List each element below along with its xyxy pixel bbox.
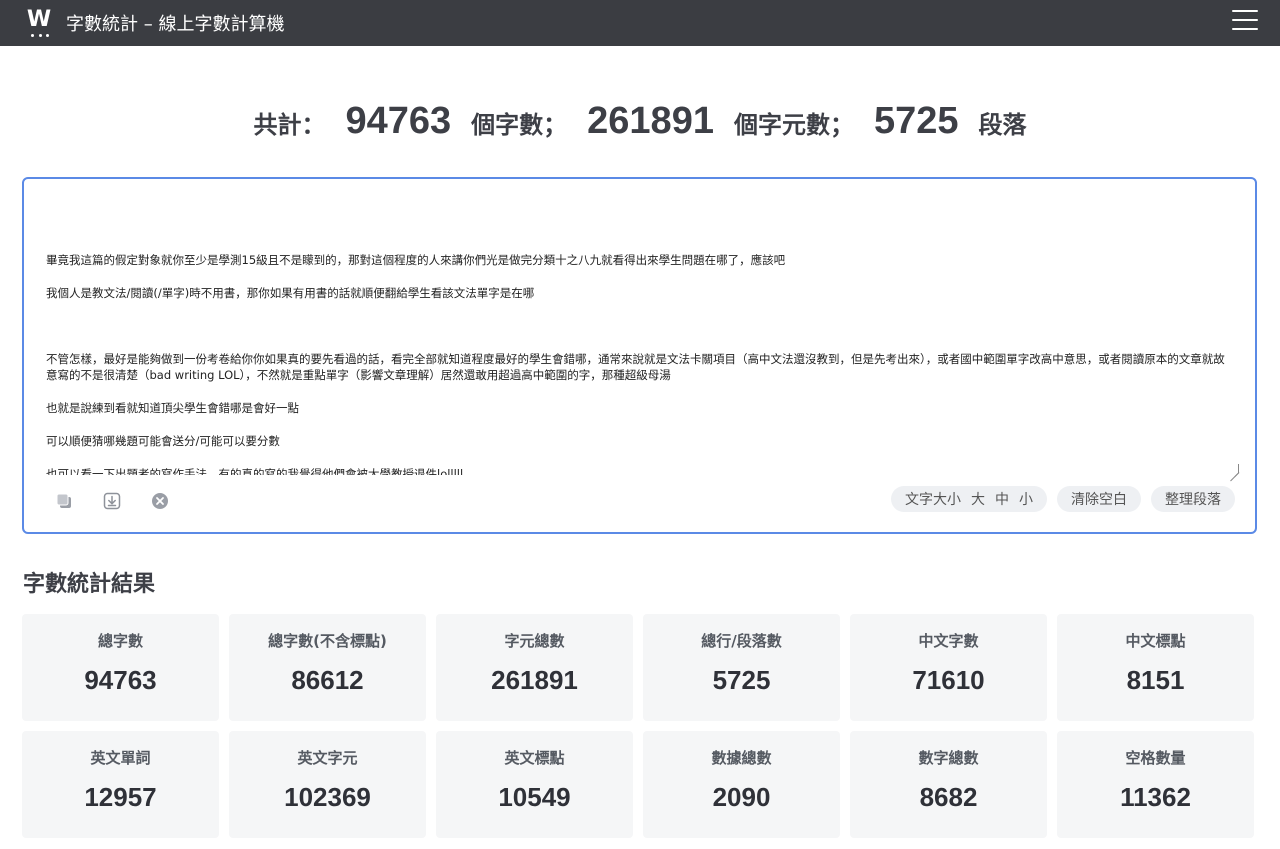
stat-label: 英文標點 — [504, 749, 565, 767]
stat-label: 總字數 — [97, 632, 143, 650]
text-editor-panel: ​畢竟我這篇的假定對象就你至少是學測15級且不是矇到的，那對這個程度的人來講你們… — [22, 177, 1257, 534]
top-navbar: W 字數統計 – 線上字數計算機 — [0, 0, 1280, 46]
text-line: 畢竟我這篇的假定對象就你至少是學測15級且不是矇到的，那對這個程度的人來講你們光… — [46, 252, 786, 267]
summary-paragraph-label: 段落 — [978, 111, 1027, 139]
stat-card: 字元總數 261891 — [436, 614, 633, 721]
stat-card: 英文字元 102369 — [229, 731, 426, 838]
stat-value: 94763 — [84, 665, 157, 695]
stat-label: 中文標點 — [1125, 632, 1186, 650]
tidy-paragraph-button[interactable]: 整理段落 — [1151, 486, 1235, 512]
stat-card: 總字數(不含標點) 86612 — [229, 614, 426, 721]
stat-card: 中文標點 8151 — [1057, 614, 1254, 721]
editor-toolbar — [54, 491, 170, 511]
copy-icon[interactable] — [54, 491, 74, 511]
summary-prefix: 共計： — [253, 111, 326, 139]
stat-value: 10549 — [498, 782, 571, 812]
stat-label: 總字數(不含標點) — [268, 632, 387, 650]
resize-handle-icon[interactable] — [1230, 464, 1239, 473]
clear-whitespace-button[interactable]: 清除空白 — [1057, 486, 1141, 512]
text-line: ​ — [46, 235, 1225, 252]
stat-label: 空格數量 — [1125, 749, 1186, 767]
text-line: ​ — [46, 268, 1225, 285]
site-logo[interactable]: W — [26, 7, 52, 37]
text-line: ​ — [46, 384, 1225, 401]
text-line: 不管怎樣，最好是能夠做到一份考卷給你你如果真的要先看過的話，看完全部就知道程度最… — [46, 351, 1225, 383]
text-line: 也就是說練到看就知道頂尖學生會錯哪是會好一點 — [46, 401, 299, 415]
stat-card: 空格數量 11362 — [1057, 731, 1254, 838]
font-size-medium-button[interactable]: 中 — [995, 489, 1009, 509]
stat-card: 數據總數 2090 — [643, 731, 840, 838]
font-size-control: 文字大小 大 中 小 — [891, 486, 1047, 512]
font-size-large-button[interactable]: 大 — [971, 489, 985, 509]
stat-card: 中文字數 71610 — [850, 614, 1047, 721]
stat-value: 11362 — [1120, 782, 1191, 812]
summary-char-unit-count: 261891 — [587, 100, 714, 142]
stat-value: 102369 — [284, 782, 371, 812]
text-line: ​ — [46, 334, 1225, 351]
text-line: ​ — [46, 301, 1225, 318]
stat-value: 5725 — [712, 665, 771, 695]
stat-value: 71610 — [912, 665, 985, 695]
download-icon[interactable] — [102, 491, 122, 511]
stat-label: 總行/段落數 — [701, 632, 782, 650]
text-line: ​ — [46, 450, 1225, 467]
summary-counts: 共計： 94763 個字數； 261891 個字元數； 5725 段落 — [0, 100, 1280, 150]
stat-label: 字元總數 — [504, 632, 565, 650]
stat-card: 英文單詞 12957 — [22, 731, 219, 838]
stat-card: 英文標點 10549 — [436, 731, 633, 838]
stat-label: 英文字元 — [297, 749, 358, 767]
stat-value: 2090 — [712, 782, 771, 812]
stat-label: 英文單詞 — [90, 749, 151, 767]
stat-label: 中文字數 — [918, 632, 979, 650]
stat-card: 總字數 94763 — [22, 614, 219, 721]
text-line: 可以順便猜哪幾題可能會送分/可能可以要分數 — [46, 434, 280, 448]
stat-value: 8151 — [1126, 665, 1185, 695]
clear-whitespace-label: 清除空白 — [1071, 492, 1127, 508]
stat-value: 261891 — [491, 665, 578, 695]
stat-value: 8682 — [919, 782, 978, 812]
stat-label: 數據總數 — [711, 749, 772, 767]
summary-char-count: 94763 — [345, 100, 452, 142]
text-line: ​ — [46, 417, 1225, 434]
stat-label: 數字總數 — [918, 749, 979, 767]
text-line: ​ — [46, 318, 1225, 335]
stat-card: 總行/段落數 5725 — [643, 614, 840, 721]
editor-actions: 文字大小 大 中 小 清除空白 整理段落 — [891, 486, 1235, 512]
site-title[interactable]: 字數統計 – 線上字數計算機 — [66, 10, 284, 36]
results-title: 字數統計結果 — [23, 572, 156, 597]
summary-char-label: 個字數； — [471, 111, 568, 139]
clear-icon[interactable] — [150, 491, 170, 511]
text-line: 也可以看一下出題者的寫作手法，有的真的寫的我覺得他們會被大學教授退件lollll… — [46, 467, 464, 475]
tidy-paragraph-label: 整理段落 — [1165, 492, 1221, 508]
font-size-small-button[interactable]: 小 — [1019, 489, 1033, 509]
stat-value: 86612 — [291, 665, 364, 695]
summary-paragraph-count: 5725 — [873, 100, 959, 142]
hamburger-menu-icon[interactable] — [1232, 10, 1258, 30]
summary-char-unit-label: 個字元數； — [733, 111, 854, 139]
text-input-area[interactable]: ​畢竟我這篇的假定對象就你至少是學測15級且不是矇到的，那對這個程度的人來講你們… — [46, 235, 1225, 476]
font-size-label: 文字大小 — [905, 492, 961, 508]
results-grid: 總字數 94763 總字數(不含標點) 86612 字元總數 261891 總行/段落數 57… — [22, 614, 1257, 838]
logo-letter: W — [26, 7, 52, 32]
stat-value: 12957 — [84, 782, 157, 812]
text-line: 我個人是教文法/閱讀(/單字)時不用書，那你如果有用書的話就順便翻給學生看該文法… — [46, 285, 535, 300]
stat-card: 數字總數 8682 — [850, 731, 1047, 838]
logo-dots — [31, 34, 49, 37]
